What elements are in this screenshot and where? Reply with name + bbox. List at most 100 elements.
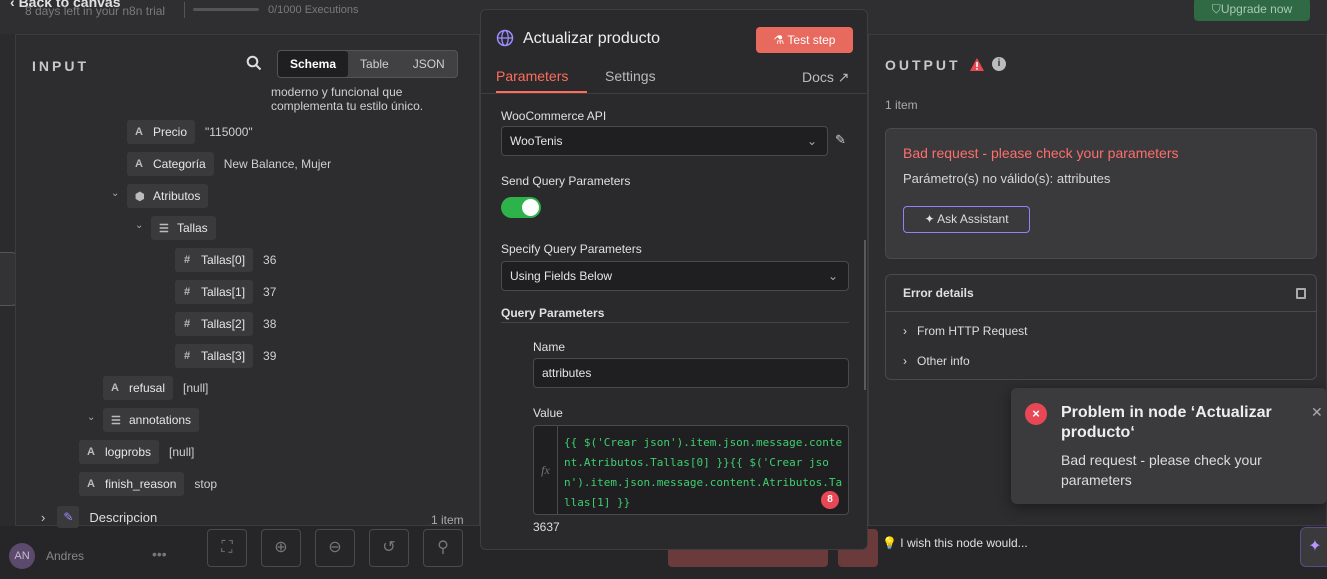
input-node-name: Descripcion	[89, 509, 158, 525]
input-title: INPUT	[32, 58, 89, 74]
number-type-icon: #	[183, 350, 191, 362]
chevron-down-icon: ⌄	[827, 269, 838, 283]
error-details: Error details › From HTTP Request › Othe…	[885, 274, 1317, 380]
executions-count: 0/1000 Executions	[268, 4, 359, 16]
string-type-icon: A	[135, 126, 143, 138]
send-query-toggle[interactable]	[501, 197, 541, 218]
details-item-other[interactable]: › Other info	[903, 354, 970, 368]
tab-schema[interactable]: Schema	[278, 51, 349, 77]
upgrade-button[interactable]: ⛉Upgrade now	[1194, 0, 1310, 21]
copy-icon[interactable]	[1296, 288, 1306, 299]
issue-count-badge: 8	[821, 491, 839, 509]
schema-field[interactable]: ☰ annotations	[103, 408, 200, 432]
tab-settings[interactable]: Settings	[605, 68, 656, 84]
output-title: OUTPUT	[885, 57, 961, 73]
credential-select[interactable]: WooTenis ⌄	[501, 126, 828, 156]
details-item-http[interactable]: › From HTTP Request	[903, 324, 1027, 338]
schema-field[interactable]: # Tallas[2] 38	[175, 312, 276, 336]
executions-progress	[193, 8, 259, 11]
fx-icon: fx	[534, 426, 558, 514]
string-type-icon: A	[87, 478, 95, 490]
divider	[481, 93, 869, 94]
specify-query-select[interactable]: Using Fields Below ⌄	[501, 261, 849, 291]
schema-field[interactable]: A Precio "115000"	[127, 120, 253, 144]
schema-field[interactable]: # Tallas[1] 37	[175, 280, 276, 304]
divider	[184, 2, 185, 18]
docs-link[interactable]: Docs ↗	[802, 69, 850, 86]
chevron-right-icon[interactable]: ›	[41, 510, 45, 525]
input-panel: INPUT Schema Table JSON moderno y funcio…	[15, 34, 480, 528]
divider	[501, 322, 849, 323]
test-step-button[interactable]: ⚗ Test step	[756, 27, 853, 53]
param-value-expression[interactable]: fx {{ $('Crear json').item.json.message.…	[533, 425, 849, 515]
more-icon[interactable]: •••	[152, 546, 167, 562]
value-label: Value	[533, 406, 563, 420]
edit-credential-icon[interactable]: ✎	[835, 132, 846, 148]
scrollbar[interactable]	[864, 240, 866, 390]
name-label: Name	[533, 340, 566, 354]
expression-code[interactable]: {{ $('Crear json').item.json.message.con…	[564, 433, 848, 513]
ask-assistant-button[interactable]: ✦ Ask Assistant	[903, 206, 1030, 233]
tab-parameters[interactable]: Parameters	[496, 68, 568, 84]
avatar[interactable]: AN	[9, 543, 35, 569]
truncated-value: moderno y funcional que complementa tu e…	[271, 85, 424, 113]
chevron-down-icon[interactable]: ⌄	[111, 188, 119, 199]
user-name: Andres	[46, 549, 85, 563]
schema-field[interactable]: # Tallas[3] 39	[175, 344, 276, 368]
fit-view-icon[interactable]: ⛶	[207, 529, 247, 567]
number-type-icon: #	[183, 286, 191, 298]
toast-message: Bad request - please check your paramete…	[1061, 452, 1262, 488]
pencil-icon: ✎	[57, 506, 80, 528]
object-type-icon: ⬢	[135, 190, 145, 203]
error-box: Bad request - please check your paramete…	[885, 128, 1317, 259]
ai-assistant-icon[interactable]: ✦	[1300, 527, 1327, 567]
chevron-down-icon[interactable]: ⌄	[135, 220, 143, 231]
schema-field[interactable]: A Categoría New Balance, Mujer	[127, 152, 331, 176]
view-mode-tabs: Schema Table JSON	[277, 50, 458, 78]
search-icon[interactable]	[246, 55, 262, 71]
string-type-icon: A	[135, 158, 143, 170]
error-details-title: Error details	[903, 286, 974, 300]
error-title: Bad request - please check your paramete…	[903, 145, 1179, 161]
schema-field[interactable]: Alogprobs [null]	[79, 440, 194, 464]
tidy-up-icon[interactable]: ⚲	[423, 529, 463, 567]
schema-field[interactable]: Afinish_reason stop	[79, 472, 217, 496]
list-type-icon: ☰	[111, 414, 121, 427]
credential-label: WooCommerce API	[501, 109, 607, 123]
query-parameters-label: Query Parameters	[501, 306, 605, 320]
zoom-out-icon[interactable]: ⊖	[315, 529, 355, 567]
node-settings-panel: Actualizar producto ⚗ Test step Paramete…	[480, 9, 869, 550]
node-title[interactable]: Actualizar producto	[523, 30, 660, 48]
item-count: 1 item	[431, 513, 464, 527]
tab-table[interactable]: Table	[348, 51, 401, 77]
error-icon: ×	[1025, 403, 1047, 425]
divider	[886, 311, 1316, 312]
schema-field[interactable]: ⬢ Atributos	[127, 184, 209, 208]
zoom-in-icon[interactable]: ⊕	[261, 529, 301, 567]
trial-text: 8 days left in your n8n trial	[25, 4, 166, 18]
feedback-link[interactable]: 💡 I wish this node would...	[882, 536, 1028, 550]
param-name-input[interactable]: attributes	[533, 358, 849, 388]
number-type-icon: #	[183, 254, 191, 266]
close-icon[interactable]: ✕	[1311, 404, 1323, 421]
error-toast: × Problem in node ‘Actualizar producto‘ …	[1011, 388, 1327, 504]
string-type-icon: A	[87, 446, 95, 458]
toast-title: Problem in node ‘Actualizar producto‘	[1061, 404, 1272, 441]
error-message: Parámetro(s) no válido(s): attributes	[903, 171, 1111, 186]
tab-json[interactable]: JSON	[401, 51, 457, 77]
string-type-icon: A	[111, 382, 119, 394]
list-type-icon: ☰	[159, 222, 169, 235]
chevron-down-icon[interactable]: ⌄	[87, 412, 95, 423]
info-icon[interactable]: i	[992, 57, 1006, 71]
specify-query-label: Specify Query Parameters	[501, 242, 642, 256]
output-item-count: 1 item	[885, 98, 918, 112]
schema-field[interactable]: ☰ Tallas	[151, 216, 216, 240]
globe-icon	[496, 29, 514, 47]
schema-field[interactable]: Arefusal [null]	[103, 376, 208, 400]
input-node-row[interactable]: › ✎ Descripcion	[41, 506, 157, 528]
undo-icon[interactable]: ↺	[369, 529, 409, 567]
chevron-down-icon: ⌄	[806, 134, 817, 148]
schema-field[interactable]: # Tallas[0] 36	[175, 248, 276, 272]
number-type-icon: #	[183, 318, 191, 330]
warning-icon	[970, 58, 984, 71]
